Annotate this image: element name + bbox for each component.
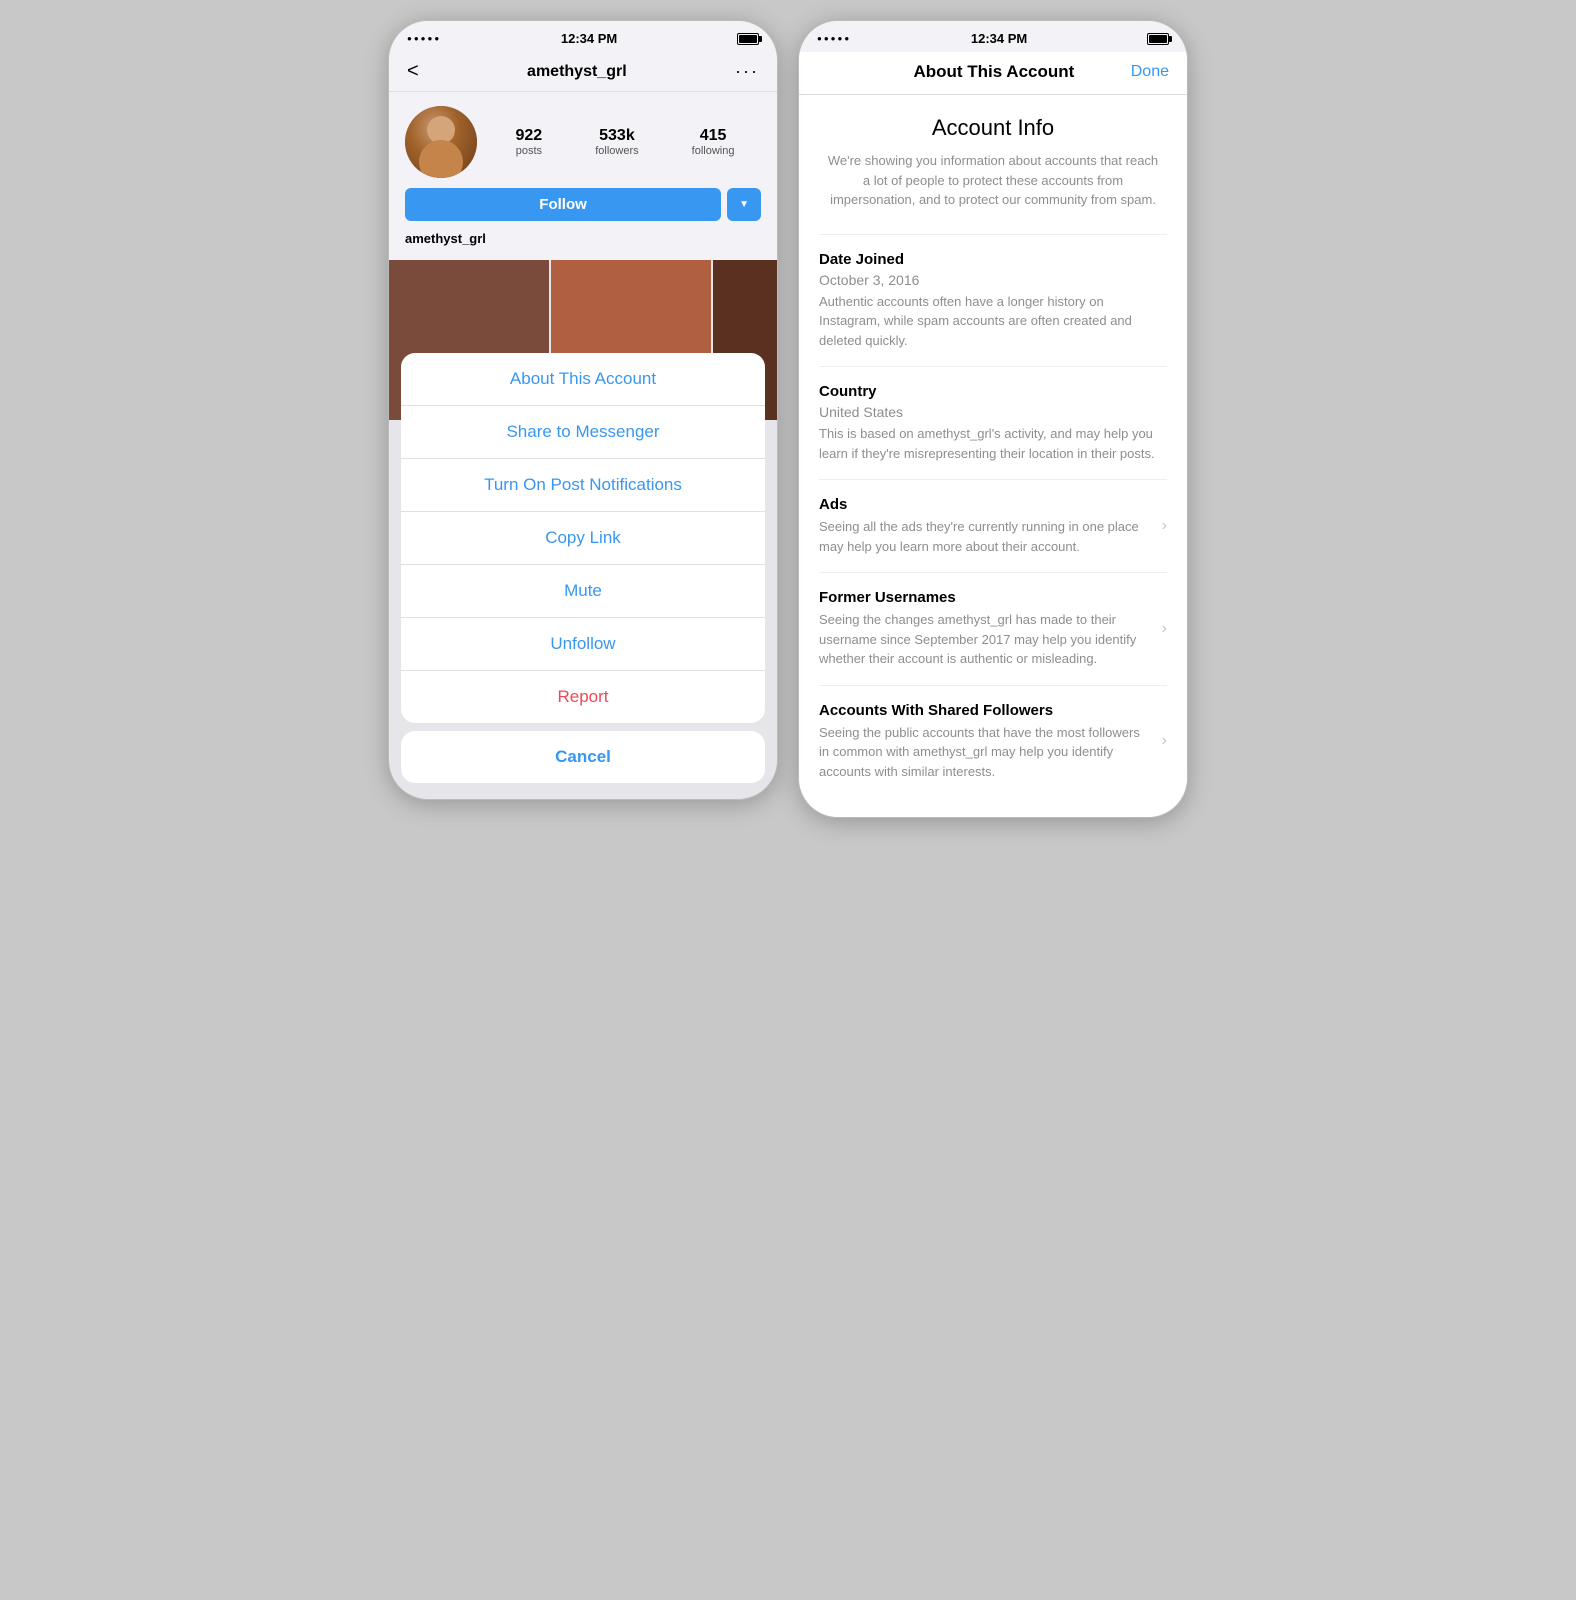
about-content: Account Info We're showing you informati…	[799, 95, 1187, 817]
account-info-title: Account Info	[819, 115, 1167, 141]
section-former-usernames[interactable]: Former Usernames Seeing the changes amet…	[819, 572, 1167, 685]
action-mute[interactable]: Mute	[401, 565, 765, 618]
done-button[interactable]: Done	[1131, 63, 1169, 81]
avatar	[405, 106, 477, 178]
action-copy-link[interactable]: Copy Link	[401, 512, 765, 565]
about-nav: About This Account Done	[799, 52, 1187, 95]
posts-label: posts	[516, 145, 543, 157]
profile-username: amethyst_grl	[405, 231, 761, 250]
follow-dropdown-button[interactable]: ▼	[727, 188, 761, 221]
section-title-former-usernames: Former Usernames	[819, 589, 1152, 606]
cancel-button[interactable]: Cancel	[401, 731, 765, 783]
posts-stat: 922 posts	[516, 127, 543, 157]
section-former-usernames-left: Former Usernames Seeing the changes amet…	[819, 589, 1152, 669]
battery-fill-right	[1149, 35, 1167, 43]
action-report[interactable]: Report	[401, 671, 765, 723]
battery-icon	[737, 33, 759, 45]
time-left: 12:34 PM	[561, 31, 617, 46]
section-shared-followers-row: Accounts With Shared Followers Seeing th…	[819, 702, 1167, 782]
section-ads-row: Ads Seeing all the ads they're currently…	[819, 496, 1167, 556]
posts-count: 922	[516, 127, 543, 145]
action-sheet-group: About This Account Share to Messenger Tu…	[401, 353, 765, 723]
section-value-country: United States	[819, 404, 1167, 420]
back-button[interactable]: <	[407, 60, 419, 83]
time-right: 12:34 PM	[971, 31, 1027, 46]
follow-button[interactable]: Follow	[405, 188, 721, 221]
followers-count: 533k	[595, 127, 638, 145]
battery-fill	[739, 35, 757, 43]
more-options-button[interactable]: ···	[735, 61, 759, 82]
following-label: following	[692, 145, 735, 157]
chevron-right-icon-shared-followers: ›	[1162, 732, 1167, 750]
signal-dots: ●●●●●	[407, 34, 441, 43]
followers-label: followers	[595, 145, 638, 157]
chevron-down-icon: ▼	[739, 199, 749, 210]
profile-row: 922 posts 533k followers 415 following	[405, 106, 761, 178]
account-info-description: We're showing you information about acco…	[819, 151, 1167, 210]
section-ads-left: Ads Seeing all the ads they're currently…	[819, 496, 1152, 556]
section-desc-ads: Seeing all the ads they're currently run…	[819, 517, 1152, 556]
section-desc-date-joined: Authentic accounts often have a longer h…	[819, 292, 1167, 351]
battery-icon-right	[1147, 33, 1169, 45]
profile-username-nav: amethyst_grl	[527, 63, 627, 81]
about-nav-title: About This Account	[857, 62, 1131, 82]
section-title-country: Country	[819, 383, 1167, 400]
following-count: 415	[692, 127, 735, 145]
action-turn-on-post-notifications[interactable]: Turn On Post Notifications	[401, 459, 765, 512]
action-sheet: About This Account Share to Messenger Tu…	[389, 345, 777, 799]
section-value-date-joined: October 3, 2016	[819, 272, 1167, 288]
follow-row: Follow ▼	[405, 188, 761, 221]
section-former-usernames-row: Former Usernames Seeing the changes amet…	[819, 589, 1167, 669]
signal-dots-right: ●●●●●	[817, 34, 851, 43]
followers-stat: 533k followers	[595, 127, 638, 157]
section-title-shared-followers: Accounts With Shared Followers	[819, 702, 1152, 719]
section-title-date-joined: Date Joined	[819, 251, 1167, 268]
section-shared-followers-left: Accounts With Shared Followers Seeing th…	[819, 702, 1152, 782]
status-bar-right: ●●●●● 12:34 PM	[799, 21, 1187, 52]
section-title-ads: Ads	[819, 496, 1152, 513]
left-phone: ●●●●● 12:34 PM < amethyst_grl ··· 922 po…	[388, 20, 778, 800]
battery-right	[1147, 33, 1169, 45]
section-desc-shared-followers: Seeing the public accounts that have the…	[819, 723, 1152, 782]
right-phone: ●●●●● 12:34 PM About This Account Done A…	[798, 20, 1188, 818]
chevron-right-icon-ads: ›	[1162, 517, 1167, 535]
action-unfollow[interactable]: Unfollow	[401, 618, 765, 671]
section-ads[interactable]: Ads Seeing all the ads they're currently…	[819, 479, 1167, 572]
section-shared-followers[interactable]: Accounts With Shared Followers Seeing th…	[819, 685, 1167, 798]
section-desc-country: This is based on amethyst_grl's activity…	[819, 424, 1167, 463]
status-bar-left: ●●●●● 12:34 PM	[389, 21, 777, 52]
section-country: Country United States This is based on a…	[819, 366, 1167, 479]
chevron-right-icon-usernames: ›	[1162, 620, 1167, 638]
nav-bar-left: < amethyst_grl ···	[389, 52, 777, 92]
action-share-to-messenger[interactable]: Share to Messenger	[401, 406, 765, 459]
stats-row: 922 posts 533k followers 415 following	[489, 127, 761, 157]
profile-area: 922 posts 533k followers 415 following F…	[389, 92, 777, 260]
avatar-image	[405, 106, 477, 178]
action-about-this-account[interactable]: About This Account	[401, 353, 765, 406]
section-date-joined: Date Joined October 3, 2016 Authentic ac…	[819, 234, 1167, 367]
following-stat: 415 following	[692, 127, 735, 157]
battery-left	[737, 33, 759, 45]
section-desc-former-usernames: Seeing the changes amethyst_grl has made…	[819, 610, 1152, 669]
